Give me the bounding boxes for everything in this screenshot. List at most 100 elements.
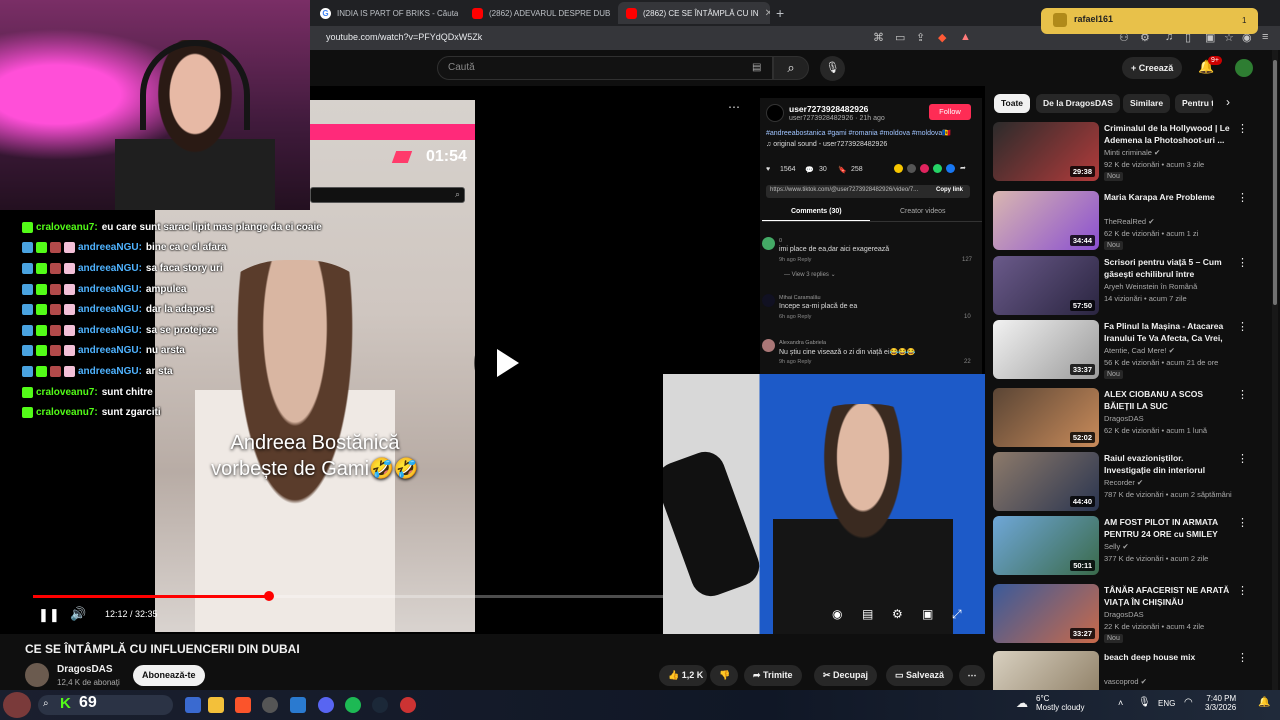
recommended-video[interactable]: 44:40 Raiul evazioniștilor. Investigație … xyxy=(993,452,1248,516)
chip-all[interactable]: Toate xyxy=(994,94,1031,113)
create-button[interactable]: + Creează xyxy=(1122,57,1183,79)
save-button[interactable]: ▭ Salvează xyxy=(886,665,954,686)
recommended-video[interactable]: 33:37 Fa Plinul la Mașina - Atacarea Iran… xyxy=(993,320,1248,384)
language-indicator[interactable]: ENG xyxy=(1158,699,1175,708)
miniplayer-icon[interactable]: ▣ xyxy=(922,607,933,621)
share-icon[interactable]: ⇪ xyxy=(916,31,925,44)
weather-widget[interactable]: 6°C Mostly cloudy xyxy=(1036,694,1084,712)
app-icon[interactable] xyxy=(400,697,416,713)
facebook-icon[interactable] xyxy=(946,164,955,173)
taskbar-search[interactable] xyxy=(38,695,173,715)
video-title[interactable]: AM FOST PILOT IN ARMATA PENTRU 24 ORE cu… xyxy=(1104,516,1230,540)
video-title[interactable]: Scrisori pentru viață 5 – Cum găsești ec… xyxy=(1104,256,1230,280)
chat-username[interactable]: craloveanu7: xyxy=(36,387,98,398)
more-options-icon[interactable]: ⋮ xyxy=(1237,584,1248,597)
search-button[interactable]: ⌕ xyxy=(773,56,809,80)
recommended-video[interactable]: 33:27 TÂNĂR AFACERIST NE ARATĂ VIAȚA ÎN C… xyxy=(993,584,1248,648)
discord-icon[interactable] xyxy=(318,697,334,713)
channel-name[interactable]: DragosDAS xyxy=(1104,414,1144,423)
share-button[interactable]: ➦ Trimite xyxy=(744,665,802,686)
recommended-video[interactable]: 50:11 AM FOST PILOT IN ARMATA PENTRU 24 O… xyxy=(993,516,1248,580)
progress-bar[interactable] xyxy=(33,591,663,601)
channel-name[interactable]: Minti criminale ✔ xyxy=(1104,148,1160,157)
more-options-icon[interactable]: ⋮ xyxy=(1237,516,1248,529)
chevron-right-icon[interactable]: › xyxy=(1226,95,1230,109)
more-options-icon[interactable]: ⋮ xyxy=(1237,651,1248,664)
channel-name[interactable]: Atentie, Cad Mere! ✔ xyxy=(1104,346,1175,355)
play-button[interactable] xyxy=(474,332,536,394)
like-button[interactable]: 👍 1,2 K xyxy=(659,665,707,686)
new-tab-button[interactable]: + xyxy=(776,5,784,21)
embed-icon[interactable] xyxy=(907,164,916,173)
translate-icon[interactable]: ⌘ xyxy=(873,31,884,44)
video-thumbnail[interactable]: 57:50 xyxy=(993,256,1099,315)
video-thumbnail[interactable]: 29:38 xyxy=(993,122,1099,181)
more-actions-button[interactable]: ⋯ xyxy=(959,665,985,686)
chat-username[interactable]: andreeaNGU: xyxy=(78,366,142,377)
channel-name[interactable]: Recorder ✔ xyxy=(1104,478,1143,487)
channel-name[interactable]: DragosDAS xyxy=(1104,610,1144,619)
brave-rewards-icon[interactable]: ▲ xyxy=(960,31,971,43)
chat-username[interactable]: craloveanu7: xyxy=(36,407,98,418)
more-options-icon[interactable]: ⋮ xyxy=(1237,452,1248,465)
close-icon[interactable]: ✕ xyxy=(765,8,770,19)
dislike-button[interactable]: 👎 xyxy=(710,665,738,686)
brave-shield-icon[interactable]: ◆ xyxy=(938,31,946,44)
chat-username[interactable]: andreeaNGU: xyxy=(78,345,142,356)
settings-icon[interactable]: ⚙ xyxy=(892,607,903,621)
more-options-icon[interactable]: ⋮ xyxy=(1237,191,1248,204)
video-thumbnail[interactable]: 33:27 xyxy=(993,584,1099,643)
volume-icon[interactable]: 🔊 xyxy=(70,606,86,622)
more-options-icon[interactable]: ⋮ xyxy=(1237,320,1248,333)
chip-for-you[interactable]: Pentru t xyxy=(1175,94,1213,113)
follow-button[interactable]: Follow xyxy=(929,104,971,120)
browser-tab-google[interactable]: G INDIA IS PART OF BRIKS - Căutare G xyxy=(312,2,458,24)
tab-comments[interactable]: Comments (30) xyxy=(791,208,842,215)
fullscreen-icon[interactable]: ⤢ xyxy=(952,607,962,622)
video-thumbnail[interactable]: 44:40 xyxy=(993,452,1099,511)
video-title[interactable]: Fa Plinul la Mașina - Atacarea Iranului … xyxy=(1104,320,1230,344)
chip-from-channel[interactable]: De la DragosDAS xyxy=(1036,94,1120,113)
browser-tab-youtube-1[interactable]: (2862) ADEVARUL DESPRE DUBAI - Y xyxy=(464,2,610,24)
chat-username[interactable]: craloveanu7: xyxy=(36,222,98,233)
tab-creator-videos[interactable]: Creator videos xyxy=(900,208,946,215)
brave-icon[interactable] xyxy=(235,697,251,713)
chevron-up-icon[interactable]: ˄ xyxy=(1118,698,1123,708)
notifications-icon[interactable]: 🔔 xyxy=(1258,697,1270,708)
recommended-video[interactable]: 29:38 Criminalul de la Hollywood | Le Ade… xyxy=(993,122,1248,186)
voice-search-button[interactable]: 🎙 xyxy=(820,56,845,81)
search-input[interactable]: Caută xyxy=(437,56,773,80)
wifi-icon[interactable]: ◠ xyxy=(1184,697,1193,708)
url-field[interactable]: youtube.com/watch?v=PFYdQDxW5Zk xyxy=(326,32,482,42)
cast-icon[interactable]: ▭ xyxy=(895,31,905,44)
bookmark-icon[interactable]: 🔖 xyxy=(838,166,847,174)
send-icon[interactable] xyxy=(920,164,929,173)
whatsapp-icon[interactable] xyxy=(933,164,942,173)
recommended-video[interactable]: 57:50 Scrisori pentru viață 5 – Cum găseș… xyxy=(993,256,1248,320)
avatar[interactable] xyxy=(1235,59,1253,77)
video-title[interactable]: Maria Karapa Are Probleme xyxy=(1104,191,1230,203)
steam-icon[interactable] xyxy=(372,697,388,713)
video-title[interactable]: TÂNĂR AFACERIST NE ARATĂ VIAȚA ÎN CHIȘIN… xyxy=(1104,584,1230,608)
video-title[interactable]: ALEX CIOBANU A SCOS BĂIEȚII LA SUC xyxy=(1104,388,1230,412)
video-thumbnail[interactable]: 52:02 xyxy=(993,388,1099,447)
more-options-icon[interactable]: ⋮ xyxy=(1237,122,1248,135)
share-icon[interactable] xyxy=(894,164,903,173)
chat-username[interactable]: andreeaNGU: xyxy=(78,242,142,253)
start-avatar[interactable] xyxy=(3,692,31,718)
file-explorer-icon[interactable] xyxy=(208,697,224,713)
channel-name[interactable]: vascoprod ✔ xyxy=(1104,677,1147,686)
pause-icon[interactable]: ❚❚ xyxy=(38,607,60,623)
spotify-icon[interactable] xyxy=(345,697,361,713)
clip-button[interactable]: ✂ Decupaj xyxy=(814,665,878,686)
chat-username[interactable]: andreeaNGU: xyxy=(78,325,142,336)
video-thumbnail[interactable]: 34:44 xyxy=(993,191,1099,250)
more-options-icon[interactable]: ⋯ xyxy=(728,100,740,114)
autoplay-toggle[interactable]: ◉ xyxy=(832,607,842,621)
obs-icon[interactable] xyxy=(262,697,278,713)
store-icon[interactable] xyxy=(290,697,306,713)
channel-name[interactable]: DragosDAS xyxy=(57,664,113,675)
chat-username[interactable]: andreeaNGU: xyxy=(78,263,142,274)
arrow-icon[interactable]: ➦ xyxy=(960,164,966,172)
subscribe-button[interactable]: Abonează-te xyxy=(133,665,205,686)
